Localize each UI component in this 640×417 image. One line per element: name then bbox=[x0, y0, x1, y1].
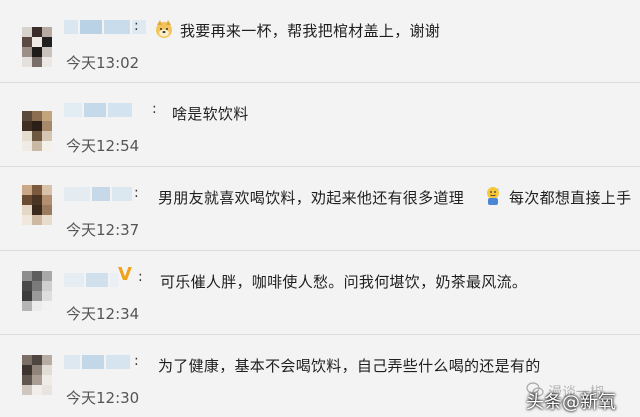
comment-row: : 男朋友就喜欢喝饮料，劝起来他还有很多道理 每次都想直接上手 今天12:37 bbox=[0, 167, 640, 247]
comment-row: : 我要再来一杯，帮我把棺材盖上，谢谢 今天13:02 bbox=[0, 0, 640, 80]
avatar[interactable] bbox=[22, 355, 52, 395]
comment-time: 今天12:54 bbox=[66, 137, 140, 155]
comment-text-tail: 每次都想直接上手 bbox=[509, 189, 632, 207]
avatar[interactable] bbox=[22, 185, 52, 225]
colon: : bbox=[152, 101, 157, 117]
username-blurred[interactable] bbox=[64, 273, 118, 287]
username-blurred[interactable] bbox=[64, 355, 130, 369]
comment-time: 今天12:30 bbox=[66, 389, 140, 407]
colon: : bbox=[134, 185, 139, 201]
colon: : bbox=[138, 269, 143, 285]
avatar[interactable] bbox=[22, 27, 52, 67]
sweat-emoji-icon bbox=[487, 187, 499, 205]
comment-text: 为了健康，基本不会喝饮料，自己弄些什么喝的还是有的 bbox=[158, 357, 541, 375]
comment-time: 今天13:02 bbox=[66, 54, 140, 72]
comment-row: : 啥是软饮料 今天12:54 bbox=[0, 83, 640, 163]
doge-emoji-icon bbox=[156, 20, 172, 38]
comment-row: V : 可乐催人胖，咖啡使人愁。问我何堪饮，奶茶最风流。 今天12:34 bbox=[0, 251, 640, 331]
colon: : bbox=[134, 353, 139, 369]
username-blurred[interactable] bbox=[64, 103, 132, 117]
verified-badge: V bbox=[118, 264, 132, 285]
comment-time: 今天12:37 bbox=[66, 221, 140, 239]
source-watermark: 头条@新氧 bbox=[526, 392, 616, 413]
comment-text: 啥是软饮料 bbox=[172, 105, 249, 123]
comment-text: 可乐催人胖，咖啡使人愁。问我何堪饮，奶茶最风流。 bbox=[160, 273, 528, 291]
comment-text: 男朋友就喜欢喝饮料，劝起来他还有很多道理 bbox=[158, 189, 465, 207]
comment-time: 今天12:34 bbox=[66, 305, 140, 323]
colon: : bbox=[134, 18, 139, 34]
comment-text: 我要再来一杯，帮我把棺材盖上，谢谢 bbox=[180, 22, 441, 40]
avatar[interactable] bbox=[22, 271, 52, 311]
username-blurred[interactable] bbox=[64, 187, 132, 201]
avatar[interactable] bbox=[22, 111, 52, 151]
